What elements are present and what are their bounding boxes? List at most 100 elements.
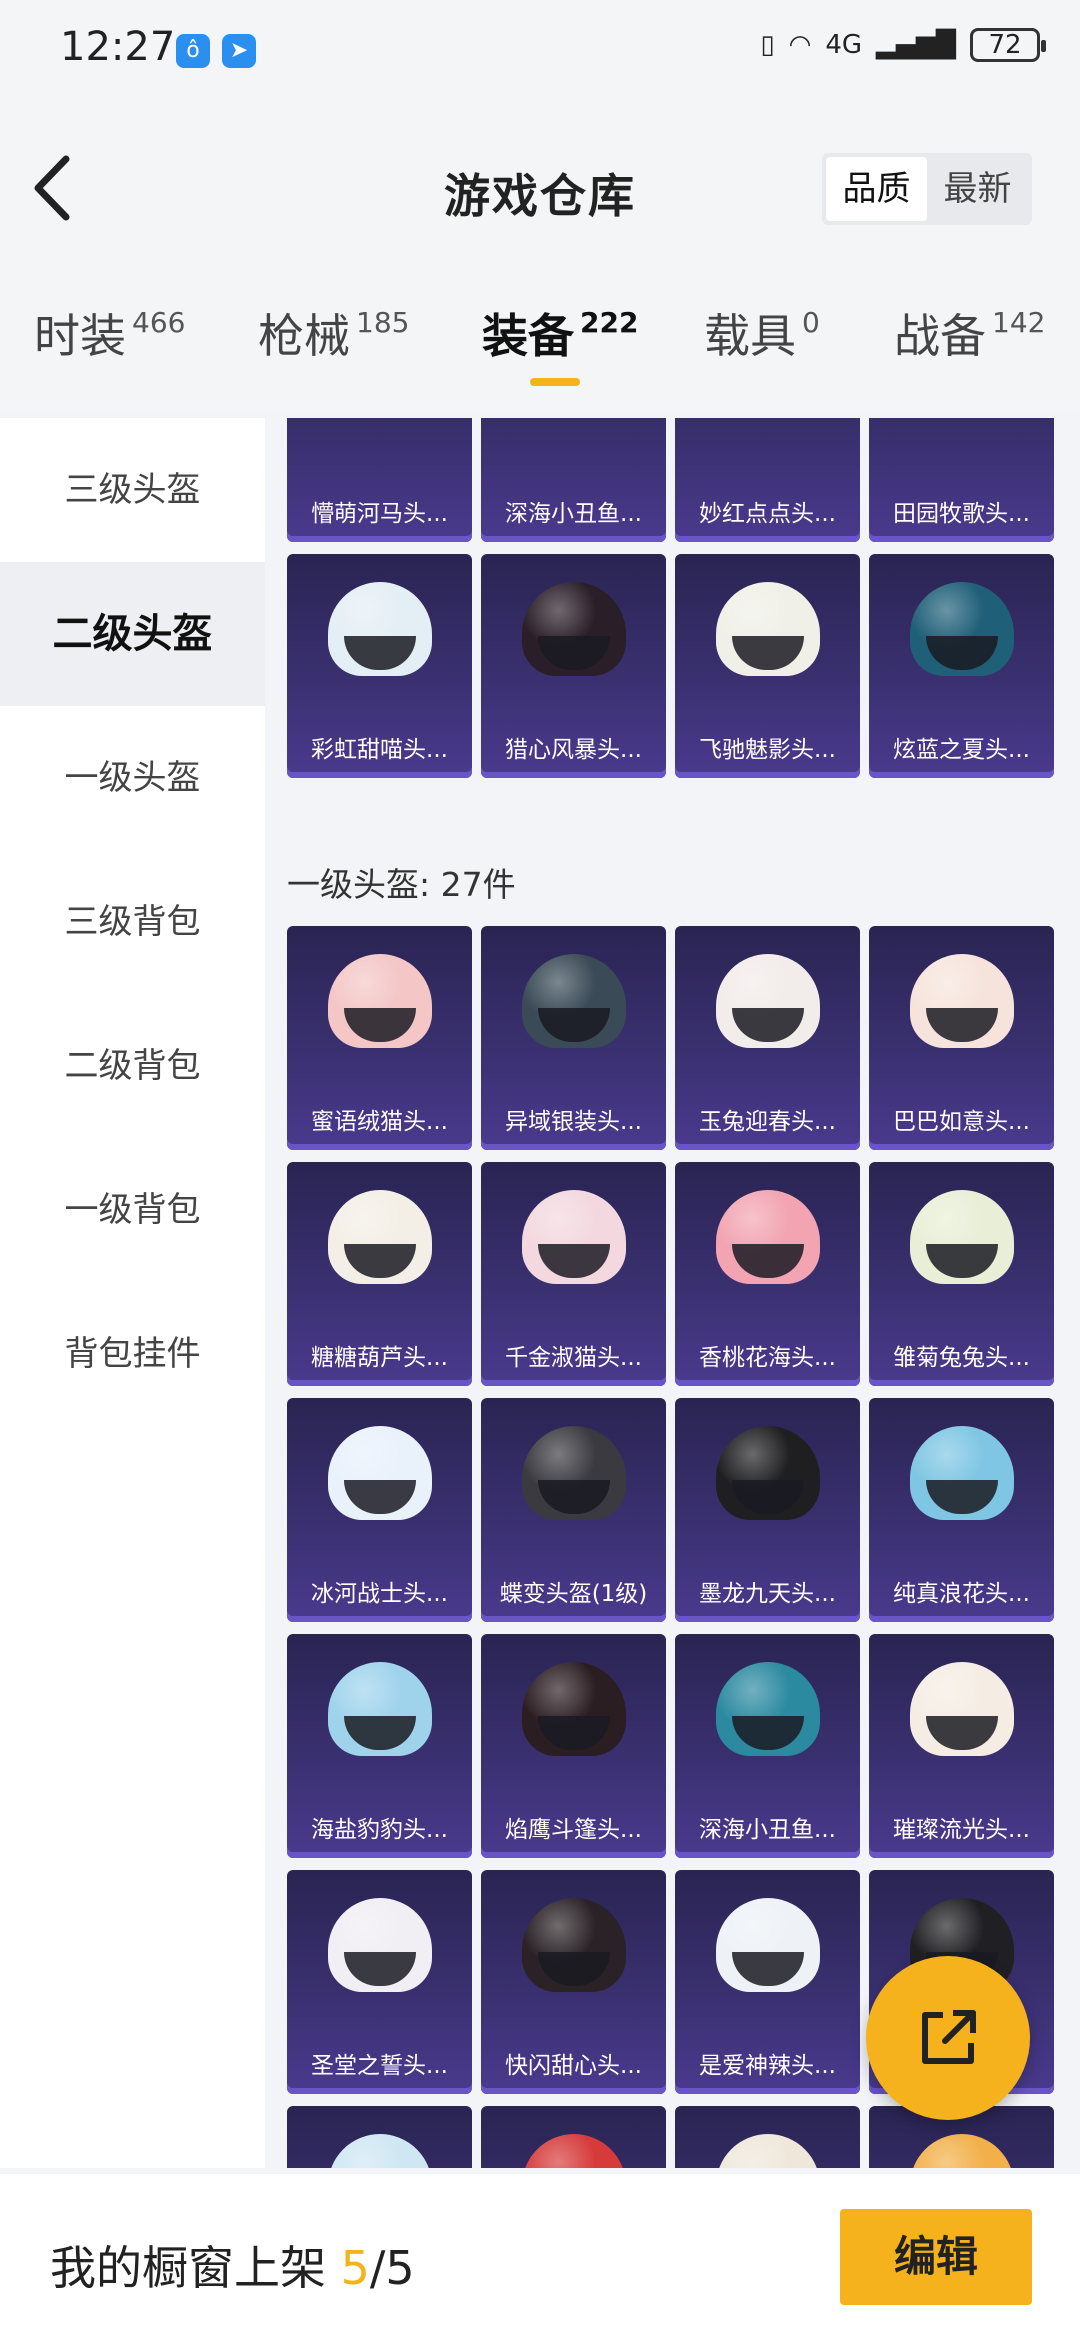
active-tab-indicator	[530, 378, 580, 386]
status-bar: 12:27 ô ➤ ▯ ◠ 4G ▂▄▆█ 72	[0, 0, 1080, 105]
item-name: 纯真浪花头...	[893, 1581, 1030, 1607]
item-card[interactable]: 飞驰魅影头...	[675, 554, 860, 778]
helmet-image	[909, 2134, 1014, 2168]
item-card[interactable]: 圣堂之誓头...	[287, 1870, 472, 2094]
wifi-icon: ◠	[788, 30, 812, 60]
item-card[interactable]: 懵萌河马头...	[287, 418, 472, 542]
item-grid-helmet-lv2: 懵萌河马头... 深海小丑鱼... 妙红点点头... 田园牧歌头... 彩虹甜喵头...…	[287, 418, 1067, 778]
header: 游戏仓库 品质 最新 时装 466 枪械 185 装备 222 载具 0 战备 142	[0, 105, 1080, 410]
item-card[interactable]: 冰河战士头...	[287, 1398, 472, 1622]
sidebar-item-helmet-lv2[interactable]: 二级头盔	[0, 562, 265, 706]
sort-quality-button[interactable]: 品质	[826, 157, 927, 221]
sort-newest-button[interactable]: 最新	[927, 157, 1028, 221]
status-icons: ▯ ◠ 4G ▂▄▆█ 72	[760, 28, 1046, 62]
item-card[interactable]	[287, 2106, 472, 2168]
item-name: 雏菊兔兔头...	[893, 1345, 1030, 1371]
app-notification-icon: ➤	[222, 34, 256, 68]
item-name: 冰河战士头...	[311, 1581, 448, 1607]
item-card[interactable]: 玉兔迎春头...	[675, 926, 860, 1150]
showcase-status: 我的橱窗上架 5/5	[50, 2241, 415, 2295]
item-name: 千金淑猫头...	[505, 1345, 642, 1371]
share-icon	[922, 2010, 976, 2064]
sidebar-item-helmet-lv3[interactable]: 三级头盔	[0, 418, 265, 562]
item-name: 焰鹰斗篷头...	[505, 1817, 642, 1843]
showcase-bar: 我的橱窗上架 5/5 编辑	[0, 2174, 1080, 2340]
helmet-image	[521, 2134, 626, 2168]
item-card[interactable]: 猎心风暴头...	[481, 554, 666, 778]
helmet-image	[715, 2134, 820, 2168]
item-name: 蜜语绒猫头...	[311, 1109, 448, 1135]
sidebar: 三级头盔 二级头盔 一级头盔 三级背包 二级背包 一级背包 背包挂件	[0, 418, 265, 2168]
item-name: 炫蓝之夏头...	[893, 737, 1030, 763]
item-name: 香桃花海头...	[699, 1345, 836, 1371]
item-card[interactable]: 香桃花海头...	[675, 1162, 860, 1386]
item-name: 猎心风暴头...	[505, 737, 642, 763]
app-notification-icon: ô	[176, 34, 210, 68]
showcase-count: 5	[340, 2241, 370, 2295]
item-list[interactable]: 懵萌河马头... 深海小丑鱼... 妙红点点头... 田园牧歌头... 彩虹甜喵头...…	[275, 418, 1080, 2168]
sidebar-item-helmet-lv1[interactable]: 一级头盔	[0, 706, 265, 850]
tab-supplies[interactable]: 战备 142	[894, 300, 1045, 366]
section-title: 一级头盔: 27件	[287, 865, 516, 904]
share-button[interactable]	[866, 1956, 1030, 2120]
item-name: 深海小丑鱼...	[505, 501, 642, 527]
status-time: 12:27	[60, 24, 176, 70]
item-card[interactable]	[481, 2106, 666, 2168]
item-name: 是爱神辣头...	[699, 2053, 836, 2079]
sort-toggle: 品质 最新	[822, 153, 1032, 225]
item-card[interactable]: 妙红点点头...	[675, 418, 860, 542]
item-name: 田园牧歌头...	[893, 501, 1030, 527]
item-card[interactable]: 异域银装头...	[481, 926, 666, 1150]
sidebar-item-backpack-lv3[interactable]: 三级背包	[0, 850, 265, 994]
item-name: 圣堂之誓头...	[311, 2053, 448, 2079]
item-card[interactable]: 巴巴如意头...	[869, 926, 1054, 1150]
category-tabs: 时装 466 枪械 185 装备 222 载具 0 战备 142	[0, 300, 1080, 410]
item-card[interactable]: 彩虹甜喵头...	[287, 554, 472, 778]
item-card[interactable]: 深海小丑鱼...	[481, 418, 666, 542]
item-card[interactable]: 墨龙九天头...	[675, 1398, 860, 1622]
item-card[interactable]: 海盐豹豹头...	[287, 1634, 472, 1858]
item-card[interactable]: 蜜语绒猫头...	[287, 926, 472, 1150]
item-name: 糖糖葫芦头...	[311, 1345, 448, 1371]
item-name: 异域银装头...	[505, 1109, 642, 1135]
sidebar-item-backpack-pendant[interactable]: 背包挂件	[0, 1282, 265, 1426]
item-name: 深海小丑鱼...	[699, 1817, 836, 1843]
item-name: 巴巴如意头...	[893, 1109, 1030, 1135]
item-card[interactable]: 千金淑猫头...	[481, 1162, 666, 1386]
item-name: 妙红点点头...	[699, 501, 836, 527]
tab-vehicles[interactable]: 载具 0	[704, 300, 820, 366]
item-card[interactable]: 雏菊兔兔头...	[869, 1162, 1054, 1386]
item-name: 懵萌河马头...	[311, 501, 448, 527]
item-name: 快闪甜心头...	[505, 2053, 642, 2079]
item-name: 蝶变头盔(1级)	[499, 1581, 648, 1607]
item-card[interactable]: 焰鹰斗篷头...	[481, 1634, 666, 1858]
item-card[interactable]: 纯真浪花头...	[869, 1398, 1054, 1622]
showcase-total: /5	[369, 2241, 415, 2295]
signal-icon: ▂▄▆█	[876, 30, 956, 60]
item-card[interactable]: 糖糖葫芦头...	[287, 1162, 472, 1386]
sidebar-item-backpack-lv1[interactable]: 一级背包	[0, 1138, 265, 1282]
tab-fashion[interactable]: 时装 466	[34, 300, 185, 366]
item-card[interactable]: 蝶变头盔(1级)	[481, 1398, 666, 1622]
item-name: 海盐豹豹头...	[311, 1817, 448, 1843]
item-card[interactable]: 是爱神辣头...	[675, 1870, 860, 2094]
helmet-image	[327, 2134, 432, 2168]
vibrate-icon: ▯	[760, 30, 775, 60]
battery-icon: 72	[970, 28, 1046, 62]
tab-equipment[interactable]: 装备 222	[482, 300, 638, 366]
item-card[interactable]	[675, 2106, 860, 2168]
item-card[interactable]: 深海小丑鱼...	[675, 1634, 860, 1858]
item-card[interactable]: 田园牧歌头...	[869, 418, 1054, 542]
item-card[interactable]: 炫蓝之夏头...	[869, 554, 1054, 778]
item-name: 彩虹甜喵头...	[311, 737, 448, 763]
item-name: 飞驰魅影头...	[699, 737, 836, 763]
sidebar-item-backpack-lv2[interactable]: 二级背包	[0, 994, 265, 1138]
edit-button[interactable]: 编辑	[840, 2209, 1032, 2305]
item-name: 璀璨流光头...	[893, 1817, 1030, 1843]
item-card[interactable]: 璀璨流光头...	[869, 1634, 1054, 1858]
item-name: 玉兔迎春头...	[699, 1109, 836, 1135]
tab-guns[interactable]: 枪械 185	[258, 300, 409, 366]
item-name: 墨龙九天头...	[699, 1581, 836, 1607]
network-label: 4G	[825, 30, 863, 60]
item-card[interactable]: 快闪甜心头...	[481, 1870, 666, 2094]
